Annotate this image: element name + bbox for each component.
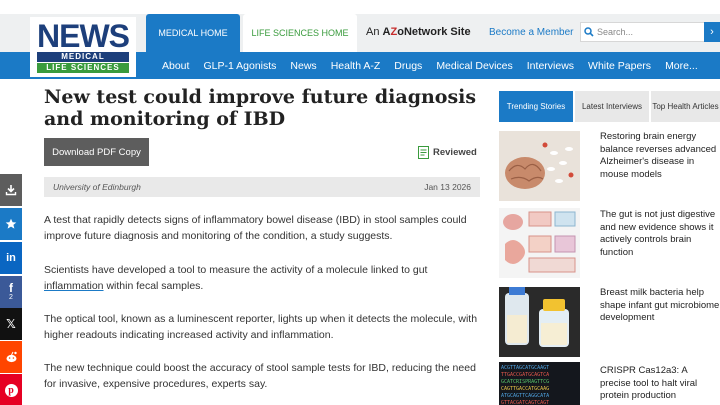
search-submit-button[interactable]: › [704, 22, 720, 42]
story-thumbnail-brain-pills[interactable] [499, 131, 580, 201]
azonetwork-badge[interactable]: An AZoNetwork Site [366, 26, 471, 38]
share-download-button[interactable] [0, 174, 22, 206]
reviewed-label: Reviewed [433, 147, 477, 158]
nav-item-health-az[interactable]: Health A-Z [324, 60, 388, 72]
reviewed-icon [418, 146, 429, 159]
logo-line-medical: MEDICAL [37, 52, 129, 62]
azo-rest: oNetwork Site [397, 26, 471, 38]
share-x-button[interactable]: 𝕏 [0, 308, 22, 340]
story-thumbnail-breast-milk[interactable] [499, 287, 580, 357]
svg-text:ACGTTAGCATGCAAGT: ACGTTAGCATGCAAGT [501, 365, 549, 371]
tab-top-health-articles[interactable]: Top Health Articles [651, 91, 720, 122]
search-icon [581, 24, 597, 40]
paragraph-2-text-a: Scientists have developed a tool to meas… [44, 264, 428, 276]
logo-word: NEWS [37, 18, 130, 54]
tab-latest-interviews[interactable]: Latest Interviews [575, 91, 649, 122]
nav-item-drugs[interactable]: Drugs [387, 60, 429, 72]
story-title-2[interactable]: The gut is not just digestive and new ev… [600, 209, 720, 259]
download-icon [5, 185, 17, 196]
nav-item-white-papers[interactable]: White Papers [581, 60, 658, 72]
linkedin-icon: in [6, 252, 16, 264]
reviewed-badge[interactable]: Reviewed [418, 146, 477, 159]
nav-item-about[interactable]: About [155, 60, 196, 72]
nav-item-medical-devices[interactable]: Medical Devices [429, 60, 519, 72]
logo-line-life-sciences: LIFE SCIENCES [37, 63, 129, 73]
svg-text:TTGACCGATGCAGTCA: TTGACCGATGCAGTCA [501, 372, 549, 378]
share-favorite-button[interactable] [0, 208, 22, 240]
story-title-3[interactable]: Breast milk bacteria help shape infant g… [600, 287, 720, 325]
top-strip [0, 0, 720, 14]
nav-item-glp1[interactable]: GLP-1 Agonists [196, 60, 283, 72]
article-date: Jan 13 2026 [424, 182, 471, 192]
tab-life-sciences-home[interactable]: LIFE SCIENCES HOME [243, 14, 357, 52]
article-paragraph-3: The optical tool, known as a luminescent… [44, 313, 478, 341]
article-meta: University of Edinburgh Jan 13 2026 [44, 177, 480, 197]
facebook-share-count: 2 [9, 294, 13, 301]
story-thumbnail-gut-brain[interactable] [499, 208, 580, 278]
become-member-link[interactable]: Become a Member [489, 27, 573, 38]
facebook-icon: f [9, 281, 13, 295]
nav-item-news[interactable]: News [283, 60, 323, 72]
download-pdf-button[interactable]: Download PDF Copy [44, 138, 149, 166]
svg-text:CAGTTGACCATGCAAG: CAGTTGACCATGCAAG [501, 386, 549, 392]
share-facebook-button[interactable]: f 2 [0, 276, 22, 308]
story-title-4[interactable]: CRISPR Cas12a3: A precise tool to halt v… [600, 365, 720, 403]
tab-trending-stories[interactable]: Trending Stories [499, 91, 573, 122]
svg-text:ATGCAGTTCAGGCATA: ATGCAGTTCAGGCATA [501, 393, 549, 399]
paragraph-2-text-b: within fecal samples. [103, 280, 204, 292]
star-icon [5, 218, 17, 229]
site-logo[interactable]: NEWS MEDICAL LIFE SCIENCES [30, 17, 136, 77]
article-paragraph-1: A test that rapidly detects signs of inf… [44, 214, 467, 242]
story-thumbnail-crispr[interactable]: ACGTTAGCATGCAAGT TTGACCGATGCAGTCA GCATCR… [499, 362, 580, 405]
nav-item-interviews[interactable]: Interviews [520, 60, 581, 72]
search-placeholder: Search... [597, 27, 634, 37]
share-reddit-button[interactable] [0, 341, 22, 373]
story-title-1[interactable]: Restoring brain energy balance reverses … [600, 131, 720, 181]
article-source: University of Edinburgh [53, 182, 141, 192]
inflammation-link[interactable]: inflammation [44, 280, 104, 292]
reddit-icon [6, 351, 17, 363]
share-linkedin-button[interactable]: in [0, 242, 22, 274]
article-paragraph-2: Scientists have developed a tool to meas… [44, 262, 480, 294]
pinterest-icon: p [4, 383, 18, 397]
azo-prefix: An [366, 26, 380, 38]
article-title: New test could improve future diagnosis … [44, 86, 477, 130]
article-paragraph-4: The new technique could boost the accura… [44, 362, 476, 390]
x-icon: 𝕏 [6, 317, 16, 331]
svg-text:GTTACGATCAGTCAGT: GTTACGATCAGTCAGT [501, 400, 549, 405]
tab-medical-home[interactable]: MEDICAL HOME [146, 14, 240, 52]
search-input[interactable]: Search... [580, 22, 706, 42]
nav-item-more[interactable]: More... [658, 60, 705, 72]
share-pinterest-button[interactable]: p [0, 374, 22, 405]
svg-text:GCATCRISPRAGTTCG: GCATCRISPRAGTTCG [501, 379, 549, 385]
